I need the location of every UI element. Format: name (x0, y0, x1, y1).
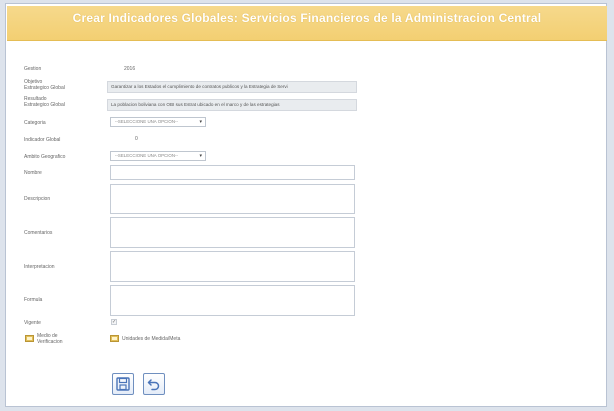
formula-label: Formula (24, 297, 43, 303)
folder-icon (25, 335, 34, 342)
page-title: Crear Indicadores Globales: Servicios Fi… (72, 11, 542, 25)
nombre-input[interactable] (110, 165, 355, 180)
ambito-select-value: --SELECCIONE UNA OPCION-- (115, 153, 178, 158)
ambito-label: Ambito Geografico (24, 154, 66, 160)
unidades-medida-link[interactable]: Unidades de Medida/Meta (122, 336, 180, 342)
back-button[interactable] (143, 373, 165, 395)
gestion-value: 2016 (124, 66, 136, 72)
undo-icon (147, 379, 160, 391)
nombre-label: Nombre (24, 170, 42, 176)
comentarios-label: Comentarios (24, 230, 53, 236)
chevron-down-icon: ▾ (199, 119, 202, 125)
gestion-label: Gestion (24, 66, 42, 72)
resultado-value: La poblacion boliviana con OBI sus Estra… (107, 99, 357, 111)
vigente-label: Vigente (24, 320, 41, 326)
save-icon (116, 377, 130, 391)
categoria-select[interactable]: --SELECCIONE UNA OPCION-- ▾ (110, 117, 206, 127)
indicador-value: 0 (135, 136, 138, 142)
vigente-checkbox[interactable]: ✓ (111, 319, 117, 325)
interpretacion-textarea[interactable] (110, 251, 355, 282)
objetivo-label: Objetivo Estrategico Global (24, 79, 65, 91)
objetivo-value: Garantizar a los Estados el cumplimiento… (107, 81, 357, 93)
categoria-select-value: --SELECCIONE UNA OPCION-- (115, 119, 178, 124)
medio-verificacion-link[interactable]: Medio de Verificacion (37, 333, 77, 345)
save-button[interactable] (112, 373, 134, 395)
descripcion-label: Descripcion (24, 196, 51, 202)
ambito-select[interactable]: --SELECCIONE UNA OPCION-- ▾ (110, 151, 206, 161)
chevron-down-icon: ▾ (199, 153, 202, 159)
comentarios-textarea[interactable] (110, 217, 355, 248)
formula-textarea[interactable] (110, 285, 355, 316)
interpretacion-label: Interpretacion (24, 264, 55, 270)
resultado-label: Resultado Estrategico Global (24, 96, 65, 108)
indicador-label: Indicador Global (24, 137, 61, 143)
descripcion-textarea[interactable] (110, 184, 355, 214)
folder-icon (110, 335, 119, 342)
categoria-label: Categoria (24, 120, 46, 126)
form-header: Crear Indicadores Globales: Servicios Fi… (7, 6, 607, 41)
